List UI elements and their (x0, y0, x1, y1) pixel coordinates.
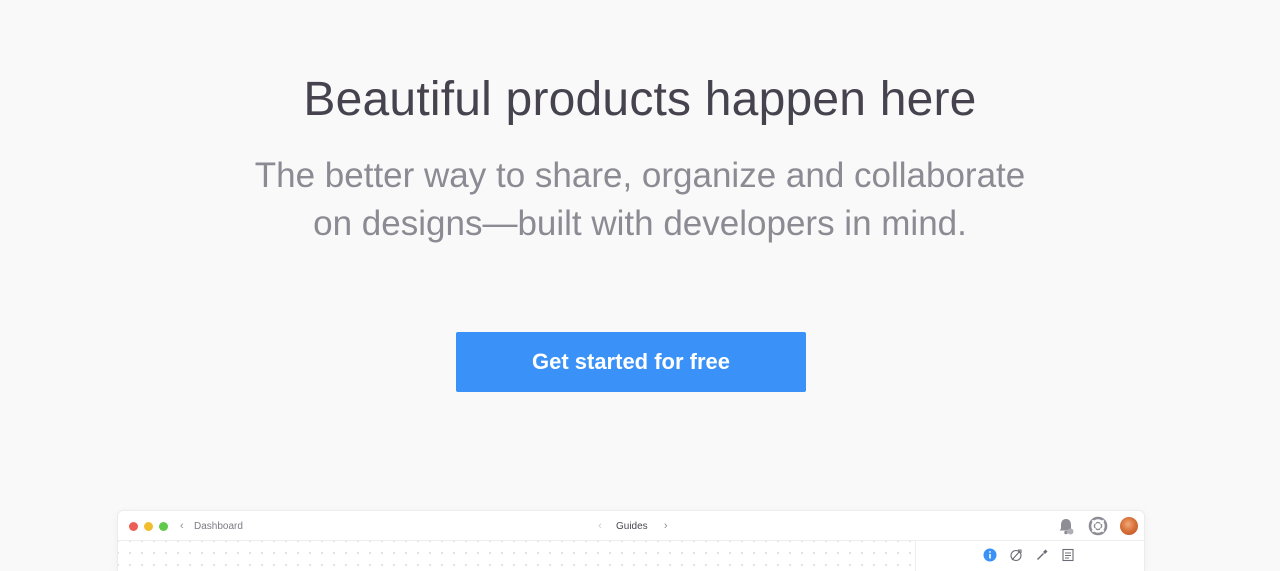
help-icon[interactable] (1088, 516, 1108, 536)
titlebar-actions (1056, 516, 1138, 536)
app-window-preview: ‹ Dashboard ‹ Guides › (118, 511, 1144, 571)
back-link-label: Dashboard (194, 520, 243, 532)
hero-subtitle: The better way to share, organize and co… (254, 156, 1026, 243)
chevron-left-icon: ‹ (180, 520, 184, 532)
inspector-panel (915, 541, 1144, 571)
bell-icon[interactable] (1056, 516, 1076, 536)
get-started-button[interactable]: Get started for free (456, 332, 806, 392)
hero-title: Beautiful products happen here (303, 73, 977, 126)
close-window-button[interactable] (129, 522, 138, 531)
user-avatar[interactable] (1120, 517, 1138, 535)
back-to-dashboard-link[interactable]: ‹ Dashboard (180, 519, 243, 533)
chevron-right-icon[interactable]: › (660, 520, 672, 532)
chevron-left-icon[interactable]: ‹ (594, 520, 606, 532)
minimize-window-button[interactable] (144, 522, 153, 531)
maximize-window-button[interactable] (159, 522, 168, 531)
window-titlebar: ‹ Dashboard ‹ Guides › (118, 511, 1144, 541)
section-title: Guides (616, 520, 648, 532)
section-navigator: ‹ Guides › (594, 519, 672, 533)
design-canvas[interactable] (118, 541, 915, 571)
